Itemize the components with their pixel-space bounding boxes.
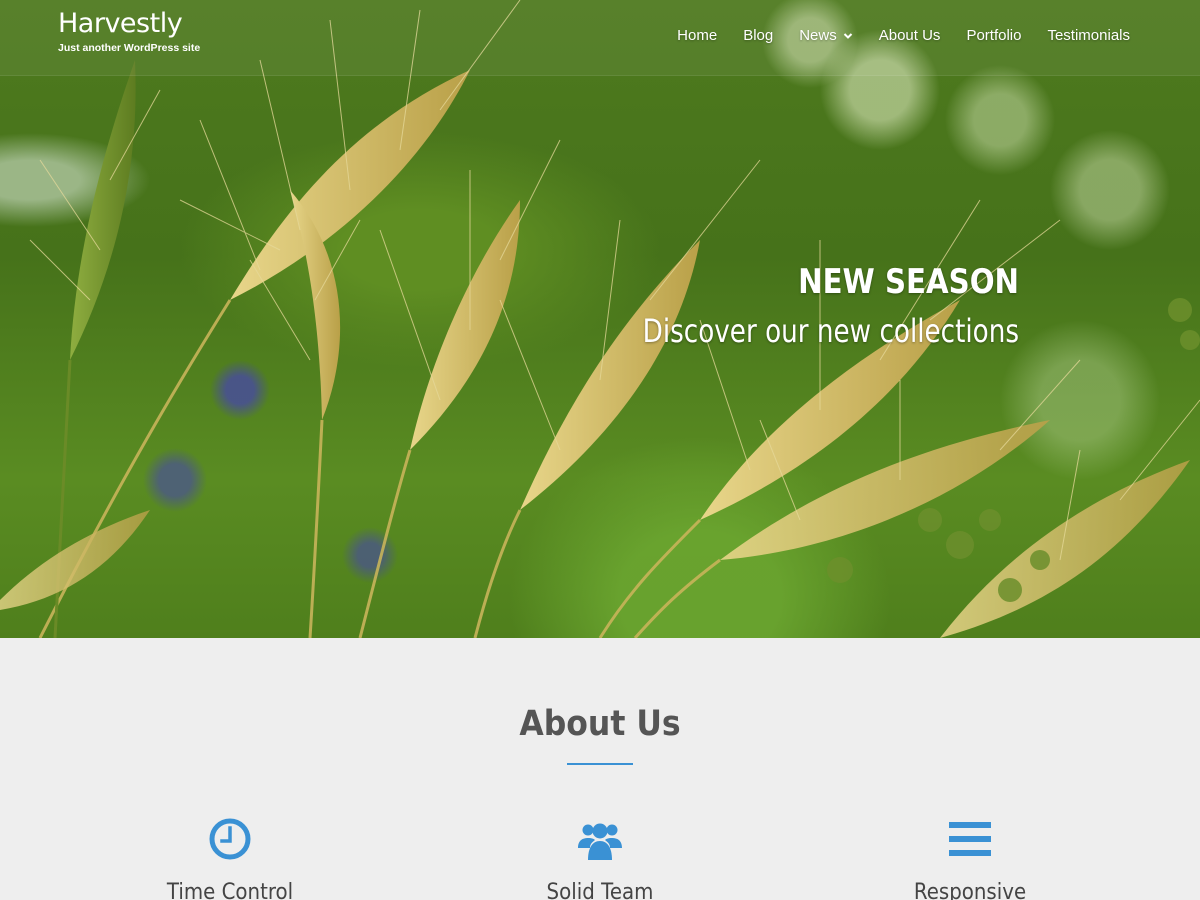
hero-title: NEW SEASON xyxy=(798,262,1019,302)
hero-caption: NEW SEASON Discover our new collections xyxy=(560,260,1019,356)
feature-solid-team: Solid Team xyxy=(450,814,750,900)
clock-icon xyxy=(209,818,251,860)
nav-label: About Us xyxy=(878,27,941,44)
site-tagline: Just another WordPress site xyxy=(58,42,201,54)
site-branding: Harvestly Just another WordPress site xyxy=(58,6,200,54)
nav-item-home[interactable]: Home xyxy=(677,27,717,44)
nav-item-about-us[interactable]: About Us xyxy=(879,27,941,44)
feature-label: Responsive xyxy=(913,880,1027,900)
title-underline xyxy=(567,763,633,765)
section-title: About Us xyxy=(519,704,681,744)
hero-slider: Harvestly Just another WordPress site Ho… xyxy=(0,0,1200,638)
feature-responsive: Responsive xyxy=(820,814,1120,900)
users-icon xyxy=(578,823,622,860)
nav-label: Testimonials xyxy=(1047,27,1130,44)
nav-item-news[interactable]: News xyxy=(799,27,853,44)
feature-label: Time Control xyxy=(166,880,294,900)
hero-subtitle: Discover our new collections xyxy=(642,312,1019,350)
nav-label: Blog xyxy=(743,27,774,44)
feature-label: Solid Team xyxy=(546,880,654,900)
bars-icon xyxy=(949,822,991,856)
nav-item-blog[interactable]: Blog xyxy=(743,27,773,44)
nav-label: Home xyxy=(677,27,718,44)
nav-label: Portfolio xyxy=(966,27,1022,44)
feature-time-control: Time Control xyxy=(80,814,380,900)
about-section: About Us Time Control Solid Team Respons… xyxy=(0,638,1200,900)
nav-item-testimonials[interactable]: Testimonials xyxy=(1047,27,1130,44)
nav-label: News xyxy=(799,27,837,44)
nav-item-portfolio[interactable]: Portfolio xyxy=(966,27,1021,44)
site-title[interactable]: Harvestly xyxy=(58,6,200,42)
chevron-down-icon xyxy=(843,32,852,39)
main-nav: Home Blog News About Us Portfolio Testim… xyxy=(651,27,1130,44)
